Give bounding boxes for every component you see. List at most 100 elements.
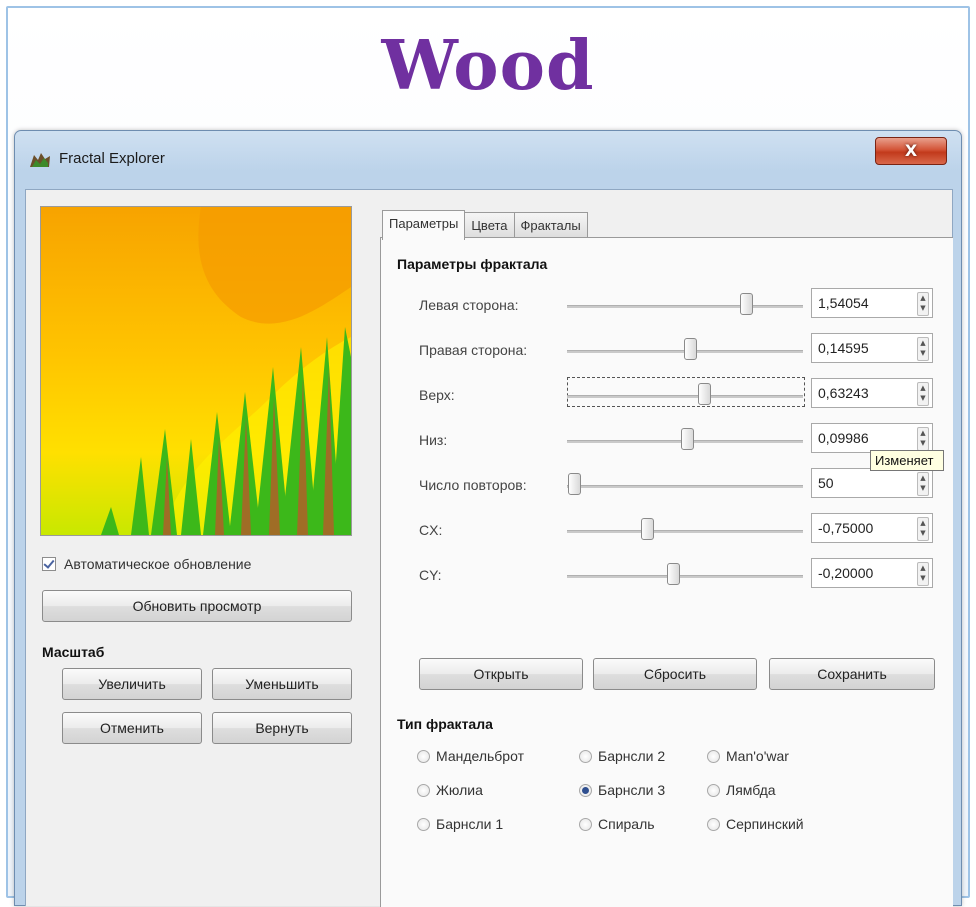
fractal-type-title: Тип фрактала — [397, 716, 493, 732]
value-spinbox[interactable]: 50 ▲ ▼ — [811, 468, 933, 498]
fractal-type-label: Барнсли 3 — [598, 782, 666, 798]
fractal-type-label: Спираль — [598, 816, 655, 832]
value-spinbox[interactable]: 0,14595 ▲ ▼ — [811, 333, 933, 363]
auto-update-checkbox[interactable] — [42, 557, 56, 571]
tab-fractals[interactable]: Фракталы — [513, 212, 588, 239]
slider-track[interactable] — [567, 395, 803, 398]
window-titlebar[interactable]: Fractal Explorer X — [15, 131, 961, 189]
param-row: Правая сторона: 0,14595 ▲ ▼ — [381, 333, 953, 369]
close-button[interactable]: X — [875, 137, 947, 165]
fractal-explorer-window: Fractal Explorer X Автоматическое обновл… — [14, 130, 962, 907]
tab-bar: Параметры Цвета Фракталы — [382, 210, 588, 240]
slider-thumb[interactable] — [683, 338, 697, 360]
tab-parameters[interactable]: Параметры — [382, 210, 466, 240]
spin-arrows-icon[interactable]: ▲ ▼ — [917, 517, 929, 541]
fractal-type-option[interactable]: Барнсли 1 — [417, 816, 503, 832]
save-button[interactable]: Сохранить — [769, 658, 935, 690]
spin-arrows-icon[interactable]: ▲ ▼ — [917, 337, 929, 361]
slider-track[interactable] — [567, 575, 803, 578]
fractal-type-option[interactable]: Мандельброт — [417, 748, 524, 764]
param-row: CY: -0,20000 ▲ ▼ — [381, 558, 953, 594]
spin-arrows-icon[interactable]: ▲ ▼ — [917, 427, 929, 451]
redo-button[interactable]: Вернуть — [212, 712, 352, 744]
slider-thumb[interactable] — [667, 563, 681, 585]
value-spinbox[interactable]: 1,54054 ▲ ▼ — [811, 288, 933, 318]
window-client: Автоматическое обновление Обновить просм… — [25, 189, 953, 907]
param-label: Число повторов: — [419, 477, 527, 493]
zoom-out-label: Уменьшить — [245, 676, 319, 692]
param-label: Верх: — [419, 387, 455, 403]
fractal-type-label: Серпинский — [726, 816, 804, 832]
fractal-type-option[interactable]: Жюлиа — [417, 782, 483, 798]
zoom-in-label: Увеличить — [98, 676, 166, 692]
refresh-preview-label: Обновить просмотр — [132, 598, 262, 614]
slider-thumb[interactable] — [681, 428, 695, 450]
fractal-type-label: Лямбда — [726, 782, 776, 798]
value-spinbox[interactable]: -0,20000 ▲ ▼ — [811, 558, 933, 588]
slider-thumb[interactable] — [740, 293, 754, 315]
param-row: Число повторов: 50 ▲ ▼ — [381, 468, 953, 504]
spinbox-value: 1,54054 — [818, 295, 869, 311]
spinbox-value: 0,63243 — [818, 385, 869, 401]
param-row: Низ: 0,09986 ▲ ▼ — [381, 423, 953, 459]
spin-arrows-icon[interactable]: ▲ ▼ — [917, 562, 929, 586]
fractal-type-option[interactable]: Лямбда — [707, 782, 776, 798]
spinbox-value: -0,75000 — [818, 520, 874, 536]
slide-title: Wood — [381, 26, 595, 106]
open-button[interactable]: Открыть — [419, 658, 583, 690]
value-spinbox[interactable]: 0,63243 ▲ ▼ — [811, 378, 933, 408]
slider-focus-outline — [567, 377, 805, 407]
param-label: Правая сторона: — [419, 342, 528, 358]
slider-thumb[interactable] — [568, 473, 582, 495]
fractal-params-title: Параметры фрактала — [397, 256, 548, 272]
window-title: Fractal Explorer — [59, 150, 165, 167]
slider-track[interactable] — [567, 530, 803, 533]
spinbox-value: -0,20000 — [818, 565, 874, 581]
fractal-type-label: Man'o'war — [726, 748, 789, 764]
param-row: Верх: 0,63243 ▲ ▼ — [381, 377, 953, 414]
spinbox-value: 0,14595 — [818, 340, 869, 356]
open-label: Открыть — [473, 666, 529, 682]
slider-thumb[interactable] — [641, 518, 655, 540]
radio-button[interactable] — [707, 783, 720, 797]
param-label: Левая сторона: — [419, 297, 519, 313]
spin-arrows-icon[interactable]: ▲ ▼ — [917, 382, 929, 406]
tab-colors[interactable]: Цвета — [464, 212, 515, 239]
fractal-type-option[interactable]: Барнсли 2 — [579, 748, 665, 764]
spinbox-value: 0,09986 — [818, 430, 869, 446]
spin-arrows-icon[interactable]: ▲ ▼ — [917, 472, 929, 496]
radio-button[interactable] — [417, 783, 430, 797]
radio-button[interactable] — [579, 817, 592, 831]
fractal-type-option[interactable]: Серпинский — [707, 816, 804, 832]
radio-button[interactable] — [707, 749, 720, 763]
radio-button[interactable] — [707, 817, 720, 831]
parameters-panel: Параметры фрактала Левая сторона: 1,54054… — [380, 237, 953, 907]
redo-label: Вернуть — [255, 720, 309, 736]
slider-thumb[interactable] — [697, 383, 711, 405]
radio-button[interactable] — [417, 817, 430, 831]
zoom-out-button[interactable]: Уменьшить — [212, 668, 352, 700]
undo-label: Отменить — [100, 720, 164, 736]
fractal-app-icon — [30, 153, 50, 167]
radio-button[interactable] — [417, 749, 430, 763]
auto-update-option[interactable]: Автоматическое обновление — [42, 556, 251, 572]
reset-button[interactable]: Сбросить — [593, 658, 757, 690]
slider-track[interactable] — [567, 485, 803, 488]
param-label: Низ: — [419, 432, 448, 448]
radio-button[interactable] — [579, 749, 592, 763]
param-label: CX: — [419, 522, 443, 538]
spin-arrows-icon[interactable]: ▲ ▼ — [917, 292, 929, 316]
fractal-type-option[interactable]: Man'o'war — [707, 748, 789, 764]
fractal-type-option[interactable]: Барнсли 3 — [579, 782, 665, 798]
fractal-preview[interactable] — [40, 206, 352, 536]
zoom-in-button[interactable]: Увеличить — [62, 668, 202, 700]
undo-button[interactable]: Отменить — [62, 712, 202, 744]
radio-button[interactable] — [579, 783, 592, 797]
zoom-section-title: Масштаб — [42, 644, 105, 660]
value-spinbox[interactable]: 0,09986 ▲ ▼ — [811, 423, 933, 453]
fractal-type-option[interactable]: Спираль — [579, 816, 655, 832]
slider-track[interactable] — [567, 305, 803, 308]
refresh-preview-button[interactable]: Обновить просмотр — [42, 590, 352, 622]
value-spinbox[interactable]: -0,75000 ▲ ▼ — [811, 513, 933, 543]
auto-update-label: Автоматическое обновление — [64, 556, 252, 572]
